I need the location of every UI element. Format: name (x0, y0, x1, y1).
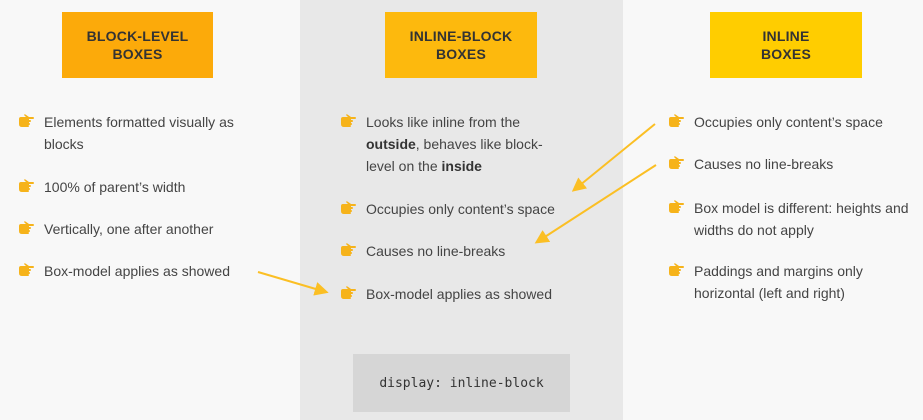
item-text-part: Looks like inline from the (366, 114, 521, 130)
item-text: Vertically, one after another (44, 221, 214, 237)
item-text: Occupies only content’s space (366, 201, 555, 217)
inline-item-2: Causes no line-breaks (669, 153, 909, 175)
item-text: Box model is different: heights and widt… (694, 200, 909, 238)
pointing-hand-icon (341, 286, 356, 299)
item-text: Looks like inline from the outside, beha… (366, 111, 571, 177)
inline-block-item-3: Causes no line-breaks (341, 240, 596, 262)
pointing-hand-icon (341, 114, 356, 127)
pointing-hand-icon (341, 243, 356, 256)
inline-block-item-2: Occupies only content’s space (341, 198, 596, 220)
inline-block-item-4: Box-model applies as showed (341, 283, 596, 305)
pointing-hand-icon (19, 263, 34, 276)
inline-header: INLINE BOXES (710, 12, 862, 78)
code-snippet: display: inline-block (353, 354, 570, 412)
inline-item-1: Occupies only content’s space (669, 111, 909, 133)
pointing-hand-icon (669, 114, 684, 127)
inline-item-3: Box model is different: heights and widt… (669, 197, 909, 241)
item-text: Occupies only content’s space (694, 114, 883, 130)
item-text: Box-model applies as showed (366, 286, 552, 302)
pointing-hand-icon (19, 221, 34, 234)
inline-block-header: INLINE-BLOCK BOXES (385, 12, 537, 78)
inline-block-item-1: Looks like inline from the outside, beha… (341, 111, 571, 177)
item-text: 100% of parent’s width (44, 179, 186, 195)
item-text: Paddings and margins only horizontal (le… (694, 263, 863, 301)
item-text: Causes no line-breaks (694, 156, 834, 172)
pointing-hand-icon (341, 201, 356, 214)
block-item-4: Box-model applies as showed (19, 260, 264, 282)
item-text: Box-model applies as showed (44, 263, 230, 279)
pointing-hand-icon (19, 179, 34, 192)
block-item-2: 100% of parent’s width (19, 176, 264, 198)
pointing-hand-icon (669, 156, 684, 169)
block-level-header: BLOCK-LEVEL BOXES (62, 12, 213, 78)
item-text: Causes no line-breaks (366, 243, 506, 259)
block-item-1: Elements formatted visually as blocks (19, 111, 264, 155)
pointing-hand-icon (669, 263, 684, 276)
pointing-hand-icon (19, 114, 34, 127)
bold-outside: outside (366, 136, 416, 152)
pointing-hand-icon (669, 200, 684, 213)
inline-item-4: Paddings and margins only horizontal (le… (669, 260, 909, 304)
block-item-3: Vertically, one after another (19, 218, 264, 240)
item-text: Elements formatted visually as blocks (44, 114, 234, 152)
bold-inside: inside (441, 158, 482, 174)
